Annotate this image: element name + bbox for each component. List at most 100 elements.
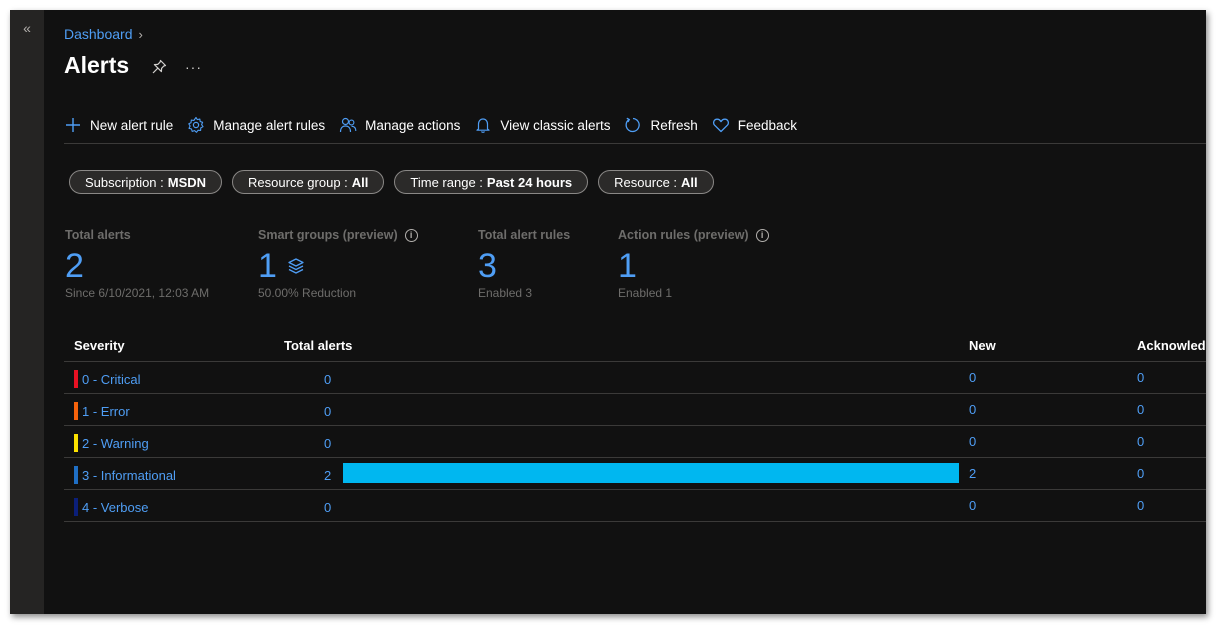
left-rail: « <box>10 10 44 614</box>
table-row[interactable]: 0 - Critical 0 0 0 <box>64 362 1206 394</box>
kpi-subtext: Since 6/10/2021, 12:03 AM <box>65 286 210 300</box>
info-icon[interactable]: i <box>755 228 769 242</box>
severity-name-link[interactable]: 3 - Informational <box>82 468 176 483</box>
acknowledged-alerts-count[interactable]: 0 <box>1137 466 1144 481</box>
command-bar: New alert rule Manage alert rules Manage… <box>64 116 811 134</box>
total-alerts-count[interactable]: 0 <box>324 436 331 451</box>
acknowledged-alerts-count[interactable]: 0 <box>1137 498 1144 513</box>
new-alerts-count[interactable]: 0 <box>969 434 976 449</box>
severity-name-link[interactable]: 2 - Warning <box>82 436 149 451</box>
filter-label: Subscription : <box>85 174 164 190</box>
severity-color-marker <box>74 402 78 420</box>
action-rules-tile: Action rules (preview) i 1 Enabled 1 <box>618 228 769 300</box>
total-alerts-count[interactable]: 0 <box>324 404 331 419</box>
filter-value: All <box>681 174 698 190</box>
breadcrumb[interactable]: Dashboard › <box>64 26 143 42</box>
refresh-button[interactable]: Refresh <box>624 116 698 134</box>
manage-alert-rules-label: Manage alert rules <box>213 117 326 133</box>
filter-label: Resource group : <box>248 174 348 190</box>
total-alerts-column-header: Total alerts <box>284 338 353 353</box>
new-alert-rule-button[interactable]: New alert rule <box>64 116 173 134</box>
filter-value: All <box>351 174 369 190</box>
total-alert-rules-value[interactable]: 3 <box>478 248 570 284</box>
info-icon[interactable]: i <box>404 228 418 242</box>
kpi-label-row: Action rules (preview) i <box>618 228 769 242</box>
acknowledged-column-header: Acknowledg <box>1137 338 1206 353</box>
table-row[interactable]: 2 - Warning 0 0 0 <box>64 426 1206 458</box>
new-alerts-count[interactable]: 2 <box>969 466 976 481</box>
total-alerts-count[interactable]: 0 <box>324 372 331 387</box>
plus-icon <box>66 118 80 132</box>
heart-icon <box>712 118 729 133</box>
smart-groups-tile: Smart groups (preview) i 1 50.00% Reduct… <box>258 228 418 300</box>
breadcrumb-dashboard-link[interactable]: Dashboard <box>64 26 133 42</box>
breadcrumb-separator: › <box>138 27 143 42</box>
manage-actions-label: Manage actions <box>365 117 461 133</box>
resource-group-filter[interactable]: Resource group : All <box>232 170 385 194</box>
new-alert-rule-label: New alert rule <box>90 117 174 133</box>
kpi-label-row: Smart groups (preview) i <box>258 228 418 242</box>
kpi-subtext: 50.00% Reduction <box>258 286 357 300</box>
total-alert-rules-tile: Total alert rules 3 Enabled 3 <box>478 228 570 300</box>
severity-name-link[interactable]: 4 - Verbose <box>82 500 149 515</box>
table-row[interactable]: 1 - Error 0 0 0 <box>64 394 1206 426</box>
new-alerts-count[interactable]: 0 <box>969 498 976 513</box>
severity-color-marker <box>74 466 78 484</box>
manage-alert-rules-button[interactable]: Manage alert rules <box>187 116 325 134</box>
layers-icon <box>288 258 304 274</box>
kpi-label: Smart groups (preview) <box>258 228 398 242</box>
bell-icon <box>476 118 491 133</box>
table-header: Severity Total alerts New Acknowledg <box>64 327 1206 362</box>
acknowledged-alerts-count[interactable]: 0 <box>1137 434 1144 449</box>
acknowledged-alerts-count[interactable]: 0 <box>1137 370 1144 385</box>
filter-value: Past 24 hours <box>486 174 573 190</box>
pin-icon[interactable] <box>151 59 167 75</box>
filter-label: Resource : <box>614 174 678 190</box>
severity-color-marker <box>74 434 78 452</box>
severity-table: Severity Total alerts New Acknowledg 0 -… <box>64 327 1206 522</box>
total-alerts-value[interactable]: 2 <box>65 248 209 284</box>
kpi-label: Total alerts <box>65 228 131 242</box>
kpi-label: Total alert rules <box>478 228 571 242</box>
action-rules-value[interactable]: 1 <box>618 248 769 284</box>
page-title: Alerts <box>64 52 130 78</box>
total-alerts-bar <box>343 463 959 483</box>
kpi-subtext: Enabled 1 <box>618 286 673 300</box>
view-classic-alerts-button[interactable]: View classic alerts <box>474 116 610 134</box>
kpi-subtext: Enabled 3 <box>478 286 533 300</box>
smart-groups-value[interactable]: 1 <box>258 248 277 284</box>
refresh-icon <box>625 117 641 133</box>
severity-color-marker <box>74 498 78 516</box>
new-column-header: New <box>969 338 996 353</box>
severity-column-header: Severity <box>74 338 125 353</box>
acknowledged-alerts-count[interactable]: 0 <box>1137 402 1144 417</box>
more-options-icon[interactable]: ··· <box>185 59 202 75</box>
severity-name-link[interactable]: 1 - Error <box>82 404 130 419</box>
smart-groups-value-row[interactable]: 1 <box>258 248 418 284</box>
filter-bar: Subscription : MSDN Resource group : All T… <box>69 170 724 194</box>
filter-label: Time range : <box>410 174 483 190</box>
main-content: Dashboard › Alerts ··· New alert rule Man… <box>44 10 1206 614</box>
subscription-filter[interactable]: Subscription : MSDN <box>69 170 223 194</box>
filter-value: MSDN <box>167 174 207 190</box>
total-alerts-tile: Total alerts 2 Since 6/10/2021, 12:03 AM <box>65 228 209 300</box>
gear-icon <box>188 116 204 133</box>
kpi-label: Action rules (preview) <box>618 228 749 242</box>
new-alerts-count[interactable]: 0 <box>969 370 976 385</box>
people-icon <box>339 117 357 133</box>
toolbar-divider <box>64 143 1206 144</box>
severity-name-link[interactable]: 0 - Critical <box>82 372 141 387</box>
total-alerts-count[interactable]: 2 <box>324 468 331 483</box>
new-alerts-count[interactable]: 0 <box>969 402 976 417</box>
table-body: 0 - Critical 0 0 0 1 - Error 0 0 0 2 - Warning 0 0… <box>64 362 1206 522</box>
total-alerts-count[interactable]: 0 <box>324 500 331 515</box>
manage-actions-button[interactable]: Manage actions <box>339 116 460 134</box>
table-row[interactable]: 4 - Verbose 0 0 0 <box>64 490 1206 522</box>
feedback-button[interactable]: Feedback <box>712 116 797 134</box>
table-row[interactable]: 3 - Informational 2 2 0 <box>64 458 1206 490</box>
resource-filter[interactable]: Resource : All <box>598 170 714 194</box>
time-range-filter[interactable]: Time range : Past 24 hours <box>394 170 589 194</box>
alerts-window: « Dashboard › Alerts ··· New alert rule M… <box>10 10 1206 614</box>
collapse-sidebar-button[interactable]: « <box>10 20 44 36</box>
view-classic-alerts-label: View classic alerts <box>500 117 611 133</box>
